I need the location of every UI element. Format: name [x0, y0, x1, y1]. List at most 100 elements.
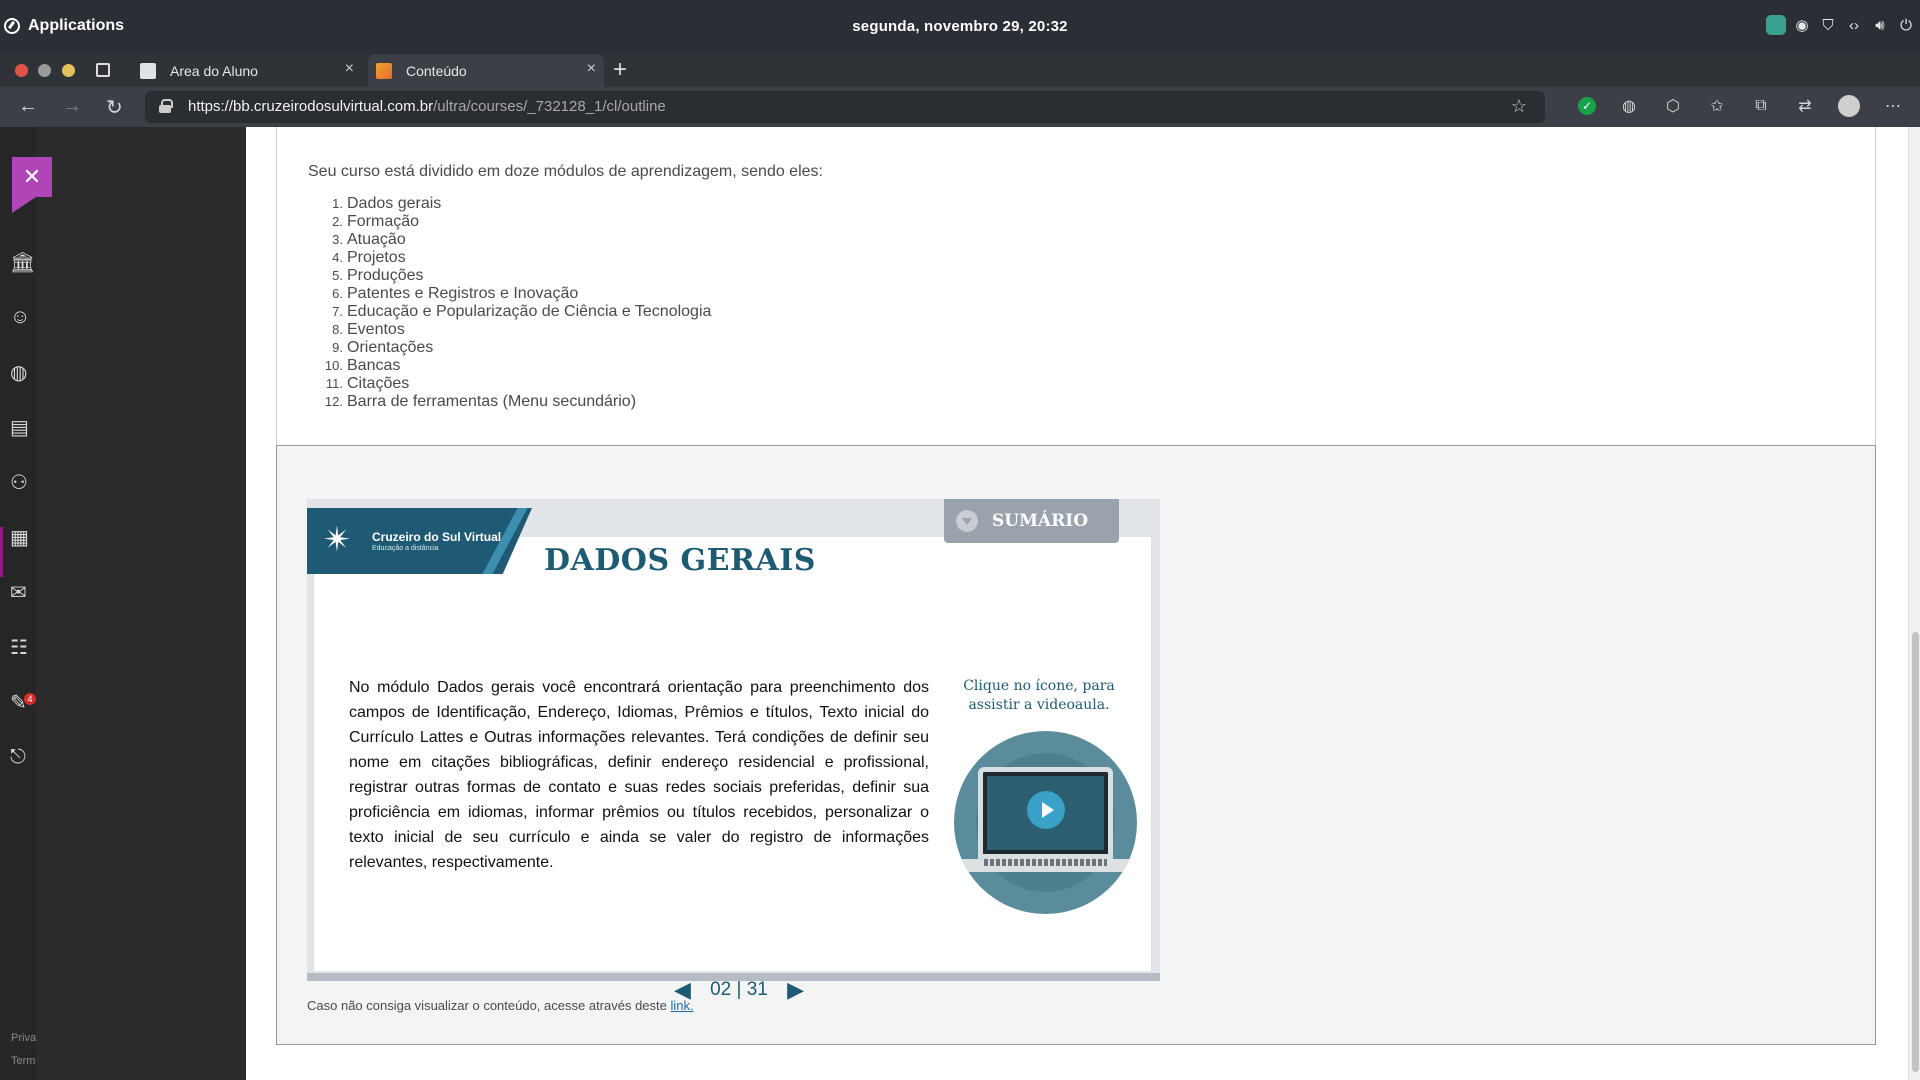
close-panel-button[interactable]: ✕: [12, 157, 52, 197]
new-tab-button[interactable]: +: [613, 56, 627, 84]
fallback-link[interactable]: link.: [671, 998, 694, 1013]
list-label: Bancas: [347, 357, 401, 374]
system-tray: ◉ ⛉ ‹› 🔊︎ ⏻: [1766, 15, 1916, 35]
favorites-icon[interactable]: ✩: [1706, 95, 1728, 117]
list-label: Atuação: [347, 231, 406, 248]
page-indicator: 02 | 31: [710, 979, 768, 1000]
calendar-icon[interactable]: ▦: [10, 524, 36, 550]
network-icon[interactable]: ‹›: [1844, 15, 1864, 35]
list-label: Projetos: [347, 249, 406, 266]
browser-extension-bar: ✓ ◍ ⬡ ✩ ⧉ ⇄ ⋯: [1578, 95, 1904, 117]
list-number: 2.: [332, 214, 343, 229]
messages-icon[interactable]: ✉: [10, 579, 36, 605]
color-extension-icon[interactable]: ◍: [1618, 95, 1640, 117]
tab-conteudo[interactable]: Conteúdo ×: [368, 54, 604, 87]
tab-actions-icon[interactable]: [96, 63, 110, 77]
browser-toolbar: ← → ↻ https://bb.cruzeirodosulvirtual.co…: [0, 87, 1920, 127]
close-icon[interactable]: ×: [587, 60, 596, 78]
list-label: Orientações: [347, 339, 434, 356]
module-list: 1. Dados gerais 2. Formação 3. Atuação 4. Pr…: [307, 195, 711, 411]
list-label: Dados gerais: [347, 195, 442, 212]
lock-icon[interactable]: [159, 99, 173, 113]
list-number: 11.: [325, 376, 343, 391]
courses-icon[interactable]: ▤: [10, 414, 36, 440]
slide-body: No módulo Dados gerais você encontrará o…: [313, 537, 1152, 1002]
favorite-add-icon[interactable]: ☆: [1511, 96, 1527, 117]
list-label: Educação e Popularização de Ciência e Te…: [347, 303, 712, 320]
module-intro-panel: Seu curso está dividido em doze módulos …: [276, 127, 1876, 447]
sumario-button[interactable]: SUMÁRIO: [944, 499, 1119, 543]
list-number: 4.: [332, 250, 343, 265]
blackboard-sidebar: 🏛︎ ☺ ◍ ▤ ⚇ ▦ ✉ 4 ☷ ✎ ⎋ Priva Term: [0, 127, 36, 1080]
close-icon[interactable]: ×: [345, 60, 354, 78]
checkmark-extension-icon[interactable]: ✓: [1578, 97, 1596, 115]
volume-icon[interactable]: 🔊︎: [1870, 15, 1890, 35]
list-item: 6. Patentes e Registros e Inovação: [307, 285, 711, 303]
collections-icon[interactable]: ⧉: [1750, 95, 1772, 117]
list-item: 9. Orientações: [307, 339, 711, 357]
system-clock[interactable]: segunda, novembro 29, 20:32: [0, 18, 1920, 35]
conteudo-favicon-icon: [376, 63, 392, 79]
slide-viewer[interactable]: No módulo Dados gerais você encontrará o…: [307, 499, 1160, 1002]
organizations-icon[interactable]: ⚇: [10, 469, 36, 495]
window-close-button[interactable]: [15, 64, 28, 77]
reload-button[interactable]: ↻: [106, 95, 123, 120]
fallback-label: Caso não consiga visualizar o conteúdo, …: [307, 998, 671, 1013]
institution-icon[interactable]: 🏛︎: [10, 249, 36, 275]
list-label: Barra de ferramentas (Menu secundário): [347, 393, 637, 410]
list-number: 9.: [332, 340, 343, 355]
scrollbar-thumb[interactable]: [1912, 632, 1919, 1072]
area-aluno-favicon-icon: [140, 63, 156, 79]
list-item: 10. Bancas: [307, 357, 711, 375]
window-maximize-button[interactable]: [62, 64, 75, 77]
list-number: 12.: [324, 394, 343, 409]
url-path: /ultra/courses/_732128_1/cl/outline: [433, 98, 666, 115]
sumario-label: SUMÁRIO: [992, 511, 1088, 531]
forward-button[interactable]: →: [62, 95, 82, 118]
list-item: 7. Educação e Popularização de Ciência e …: [307, 303, 711, 321]
shield-icon[interactable]: ⛉: [1818, 15, 1838, 35]
more-menu-icon[interactable]: ⋯: [1882, 95, 1904, 117]
embedded-slide-panel: No módulo Dados gerais você encontrará o…: [276, 445, 1876, 1045]
extensions-icon[interactable]: ⬡: [1662, 95, 1684, 117]
play-icon[interactable]: [1027, 791, 1065, 829]
tools-icon[interactable]: ✎: [10, 689, 36, 715]
panel-overlay: [36, 127, 246, 1080]
window-minimize-button[interactable]: [38, 64, 51, 77]
intro-text: Seu curso está dividido em doze módulos …: [308, 163, 823, 180]
list-number: 6.: [332, 286, 343, 301]
logo-name: Cruzeiro do Sul Virtual: [372, 530, 502, 544]
app-indicator-icon[interactable]: [1766, 15, 1786, 35]
profile-icon[interactable]: ☺: [10, 304, 36, 330]
list-label: Eventos: [347, 321, 405, 338]
list-item: 8. Eventos: [307, 321, 711, 339]
slide-body-text: No módulo Dados gerais você encontrará o…: [349, 679, 929, 871]
url-host: https://bb.cruzeirodosulvirtual.com.br: [188, 98, 434, 115]
list-label: Formação: [347, 213, 420, 230]
list-number: 10.: [324, 358, 343, 373]
activity-globe-icon[interactable]: ◍: [10, 359, 36, 385]
grades-icon[interactable]: ☷: [10, 634, 36, 660]
tab-area-do-aluno[interactable]: Area do Aluno ×: [132, 54, 362, 87]
address-bar[interactable]: https://bb.cruzeirodosulvirtual.com.br/u…: [145, 91, 1545, 123]
url-text[interactable]: https://bb.cruzeirodosulvirtual.com.br/u…: [188, 98, 666, 115]
share-icon[interactable]: ⇄: [1794, 95, 1816, 117]
list-label: Citações: [347, 375, 410, 392]
back-button[interactable]: ←: [18, 95, 38, 118]
chevron-down-icon: [956, 510, 978, 532]
active-indicator: [0, 527, 3, 577]
list-item: 3. Atuação: [307, 231, 711, 249]
sign-out-icon[interactable]: ⎋: [10, 744, 36, 770]
close-panel-tail: [12, 197, 36, 213]
laptop-keyboard: [984, 859, 1107, 866]
page-scrollbar[interactable]: [1908, 127, 1920, 1080]
list-item: 5. Produções: [307, 267, 711, 285]
profile-avatar[interactable]: [1838, 95, 1860, 117]
terms-link[interactable]: Term: [11, 1055, 35, 1067]
power-icon[interactable]: ⏻: [1896, 15, 1916, 35]
privacy-link[interactable]: Priva: [11, 1032, 36, 1044]
logo-subtitle: Educação a distância: [372, 545, 439, 552]
discord-icon[interactable]: ◉: [1792, 15, 1812, 35]
cruzeiro-logo: ✴ Cruzeiro do Sul Virtual Educação a dis…: [307, 508, 532, 574]
video-lesson-button[interactable]: [954, 731, 1137, 914]
